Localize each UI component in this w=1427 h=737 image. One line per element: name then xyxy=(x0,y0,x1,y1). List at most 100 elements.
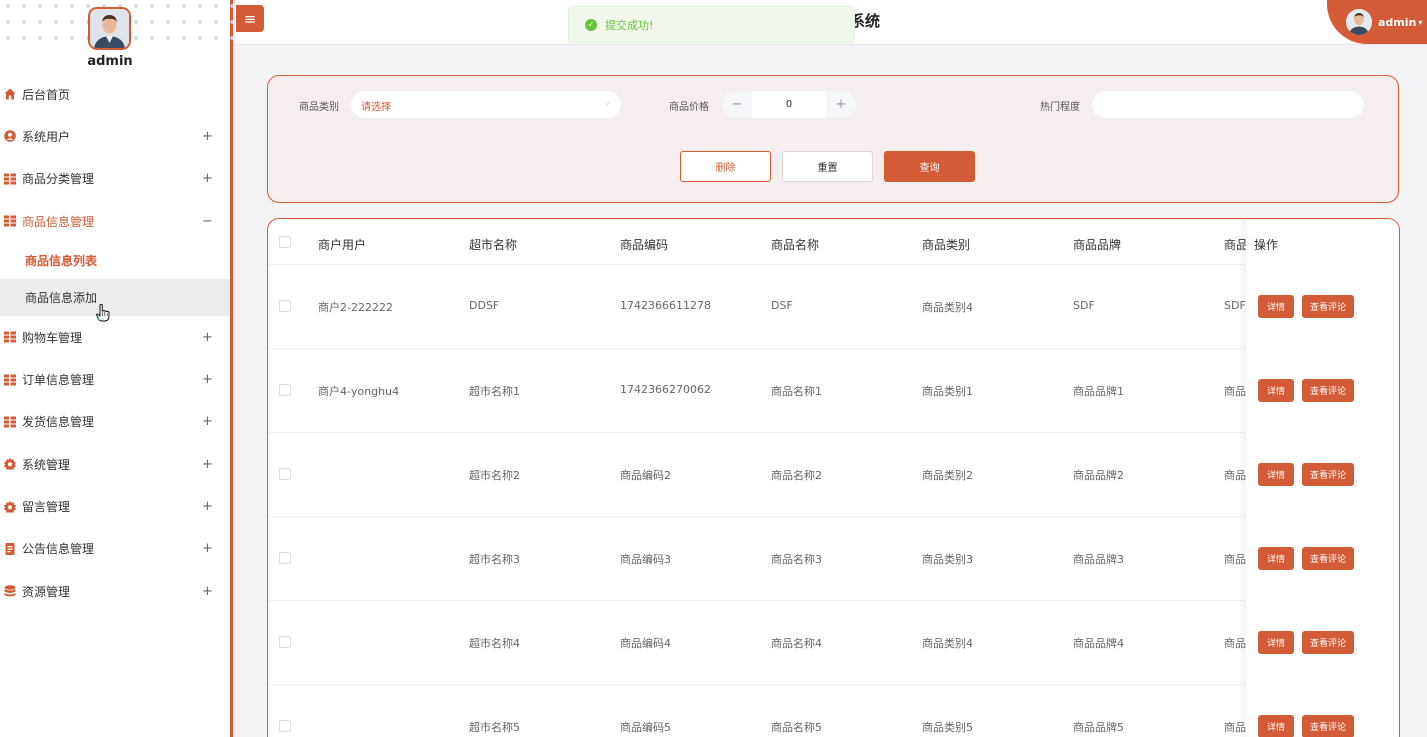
detail-button[interactable]: 详情 xyxy=(1258,547,1294,570)
sidebar-subitem-product-list[interactable]: 商品信息列表 xyxy=(0,242,230,279)
table-row: 超市名称3 商品编码3 商品名称3 商品类别3 商品品牌3 商品 xyxy=(268,517,1399,601)
table-row: 超市名称2 商品编码2 商品名称2 商品类别2 商品品牌2 商品 xyxy=(268,433,1399,517)
table-cell: 商品品牌5 xyxy=(1073,721,1124,734)
table-cell: 商品类别1 xyxy=(922,385,973,398)
table-cell: 商品名称1 xyxy=(771,385,822,398)
delete-button[interactable]: 删除 xyxy=(680,151,771,182)
column-header: 超市名称 xyxy=(469,238,518,252)
table-cell: 1742366611278 xyxy=(620,299,711,312)
table-row: 超市名称5 商品编码5 商品名称5 商品类别5 商品品牌5 商品 xyxy=(268,685,1399,737)
query-button[interactable]: 查询 xyxy=(884,151,975,182)
table-cell: 商品类别4 xyxy=(922,301,973,314)
reset-button[interactable]: 重置 xyxy=(782,151,873,182)
menu-toggle-button[interactable]: ≡ xyxy=(236,5,264,32)
hand-pointer-icon xyxy=(96,304,110,325)
table-cell: 商品类别3 xyxy=(922,553,973,566)
detail-button[interactable]: 详情 xyxy=(1258,631,1294,654)
sidebar-item-shipping-management[interactable]: 发货信息管理 + xyxy=(0,401,230,443)
gear-icon xyxy=(3,457,17,471)
success-toast: ✓ 提交成功! xyxy=(568,6,855,43)
table-cell: 商品编码4 xyxy=(620,637,671,650)
category-placeholder: 请选择 xyxy=(361,102,391,113)
column-header: 商品名称 xyxy=(771,238,820,252)
table-cell: 商品名称4 xyxy=(771,637,822,650)
table-cell: 商品编码5 xyxy=(620,721,671,734)
price-stepper: − 0 + xyxy=(721,90,857,119)
hot-label: 热门程度 xyxy=(1040,102,1080,113)
table-cell: 超市名称1 xyxy=(469,385,520,398)
table-cell: 商品 xyxy=(1224,469,1246,482)
sidebar-item-label: 购物车管理 xyxy=(22,330,83,345)
grid-icon xyxy=(3,172,17,186)
sidebar-item-label: 发货信息管理 xyxy=(22,415,95,430)
table-cell: 商品 xyxy=(1224,721,1246,734)
sidebar-item-system-management[interactable]: 系统管理 + xyxy=(0,443,230,485)
detail-button[interactable]: 详情 xyxy=(1258,379,1294,402)
sidebar-item-system-users[interactable]: 系统用户 + xyxy=(0,115,230,157)
sidebar: admin 后台首页 系统用户 + 商品分类管理 + 商品信息管理 − 商品信息… xyxy=(0,0,233,737)
table-cell: SDF xyxy=(1224,299,1246,312)
table-cell: 超市名称2 xyxy=(469,469,520,482)
table-cell: 商品名称5 xyxy=(771,721,822,734)
view-comments-button[interactable]: 查看评论 xyxy=(1302,295,1354,318)
sidebar-item-message-management[interactable]: 留言管理 + xyxy=(0,485,230,527)
table-cell: 超市名称5 xyxy=(469,721,520,734)
detail-button[interactable]: 详情 xyxy=(1258,463,1294,486)
table-cell: 1742366270062 xyxy=(620,383,711,396)
sidebar-item-cart-management[interactable]: 购物车管理 + xyxy=(0,316,230,358)
decrement-button[interactable]: − xyxy=(722,91,752,118)
sidebar-item-category-management[interactable]: 商品分类管理 + xyxy=(0,158,230,200)
sidebar-item-order-management[interactable]: 订单信息管理 + xyxy=(0,358,230,400)
sidebar-item-label: 留言管理 xyxy=(22,500,71,515)
view-comments-button[interactable]: 查看评论 xyxy=(1302,547,1354,570)
detail-button[interactable]: 详情 xyxy=(1258,295,1294,318)
row-checkbox[interactable] xyxy=(279,300,291,312)
table-row: 商户4-yonghu4 超市名称1 1742366270062 商品名称1 商品… xyxy=(268,349,1399,433)
expand-icon: + xyxy=(202,171,213,187)
view-comments-button[interactable]: 查看评论 xyxy=(1302,631,1354,654)
expand-icon: + xyxy=(202,583,213,599)
detail-button[interactable]: 详情 xyxy=(1258,715,1294,737)
table-cell: 商品 xyxy=(1224,553,1246,566)
table-cell: 超市名称4 xyxy=(469,637,520,650)
view-comments-button[interactable]: 查看评论 xyxy=(1302,379,1354,402)
table-cell: SDF xyxy=(1073,299,1095,312)
toast-message: 提交成功! xyxy=(605,18,654,32)
price-input[interactable]: 0 xyxy=(752,91,826,118)
chevron-down-icon: ▾ xyxy=(1418,17,1423,27)
select-all-checkbox[interactable] xyxy=(279,236,291,248)
sidebar-item-resource-management[interactable]: 资源管理 + xyxy=(0,570,230,612)
row-checkbox[interactable] xyxy=(279,552,291,564)
search-panel: 商品类别 请选择 ⌵ 商品价格 − 0 + 热门程度 删除 重置 查询 xyxy=(267,75,1399,203)
sidebar-item-product-management[interactable]: 商品信息管理 − xyxy=(0,200,230,242)
price-label: 商品价格 xyxy=(669,102,709,113)
view-comments-button[interactable]: 查看评论 xyxy=(1302,463,1354,486)
column-header: 商品类别 xyxy=(922,238,971,252)
hot-input[interactable] xyxy=(1091,90,1365,119)
category-select[interactable]: 请选择 ⌵ xyxy=(350,90,622,119)
sidebar-item-label: 订单信息管理 xyxy=(22,373,95,388)
check-circle-icon: ✓ xyxy=(585,18,597,31)
user-menu[interactable]: admin ▾ xyxy=(1327,0,1427,44)
avatar[interactable] xyxy=(88,7,131,50)
expand-icon: + xyxy=(202,372,213,388)
table-cell: 商品品牌4 xyxy=(1073,637,1124,650)
sidebar-item-home[interactable]: 后台首页 xyxy=(0,73,230,115)
row-checkbox[interactable] xyxy=(279,636,291,648)
sidebar-subitem-product-add[interactable]: 商品信息添加 xyxy=(0,279,230,317)
expand-icon: + xyxy=(202,414,213,430)
hamburger-icon: ≡ xyxy=(243,9,257,28)
column-header: 商品品牌 xyxy=(1073,238,1122,252)
increment-button[interactable]: + xyxy=(826,91,856,118)
row-checkbox[interactable] xyxy=(279,384,291,396)
row-checkbox[interactable] xyxy=(279,468,291,480)
chevron-down-icon: ⌵ xyxy=(603,97,611,108)
table-cell: 商品 xyxy=(1224,637,1246,650)
sidebar-item-notice-management[interactable]: 公告信息管理 + xyxy=(0,528,230,570)
expand-icon: + xyxy=(202,456,213,472)
table-cell: 商品类别4 xyxy=(922,637,973,650)
table-cell: 商品类别5 xyxy=(922,721,973,734)
row-checkbox[interactable] xyxy=(279,720,291,732)
view-comments-button[interactable]: 查看评论 xyxy=(1302,715,1354,737)
user-icon xyxy=(3,129,17,143)
